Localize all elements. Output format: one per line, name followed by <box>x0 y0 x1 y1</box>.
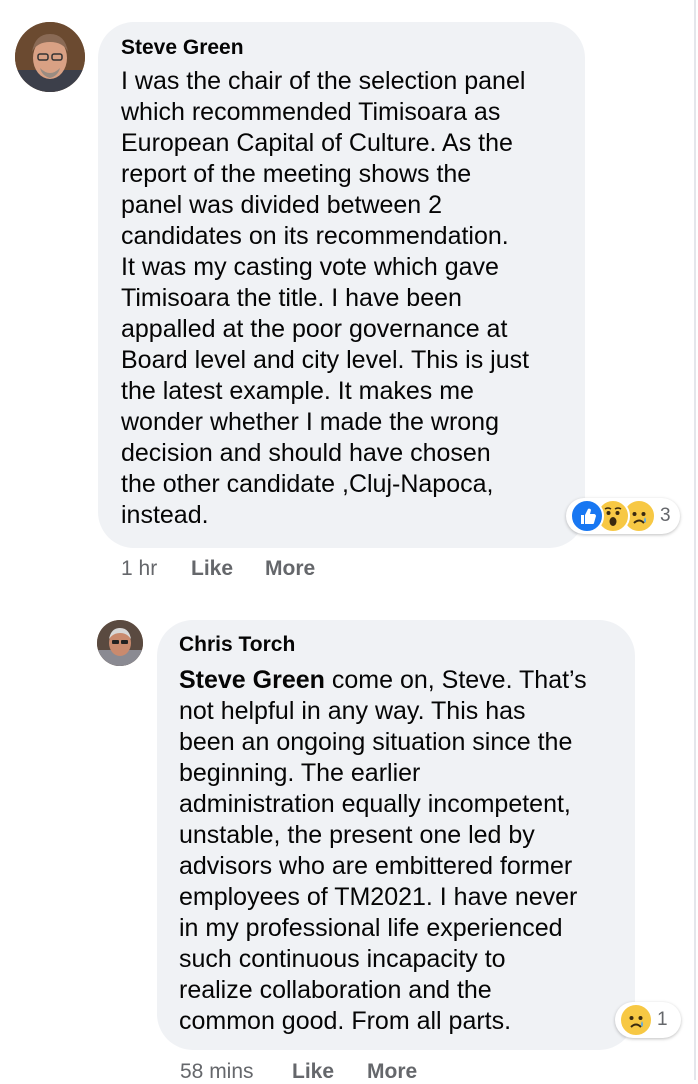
like-icon <box>570 499 604 533</box>
avatar[interactable] <box>15 22 85 92</box>
comment-line: which recommended Timisoara as <box>121 98 501 126</box>
comment-timestamp[interactable]: 58 mins <box>180 1060 254 1084</box>
comment-line: realize collaboration and the <box>179 976 492 1004</box>
comment-line: common good. From all parts. <box>179 1007 512 1035</box>
comment-line: been an ongoing situation since the <box>179 728 573 756</box>
comment-line: decision and should have chosen <box>121 439 491 467</box>
comment-line: report of the meeting shows the <box>121 160 472 188</box>
comment-text: I was the chair of the selection panel w… <box>121 66 529 531</box>
comment-line: not helpful in any way. This has <box>179 697 526 725</box>
reaction-summary[interactable]: 3 <box>566 498 680 534</box>
comment-line: candidates on its recommendation. <box>121 222 509 250</box>
mention-link[interactable]: Steve Green <box>179 666 325 694</box>
comment-line: advisors who are embittered former <box>179 852 573 880</box>
comment-line: wonder whether I made the wrong <box>121 408 499 436</box>
comment-author[interactable]: Chris Torch <box>179 633 295 657</box>
comment-line: appalled at the poor governance at <box>121 315 508 343</box>
comment-line: European Capital of Culture. As the <box>121 129 513 157</box>
comment-line: Steve Green come on, Steve. That’s <box>179 665 587 696</box>
comment-line: I was the chair of the selection panel <box>121 67 526 95</box>
comment-line: panel was divided between 2 <box>121 191 443 219</box>
comment-line: employees of TM2021. I have never <box>179 883 578 911</box>
more-button[interactable]: More <box>265 557 315 581</box>
comment-timestamp[interactable]: 1 hr <box>121 557 157 581</box>
comment-line: beginning. The earlier <box>179 759 421 787</box>
comment-text: Steve Green come on, Steve. That’s not h… <box>179 665 587 1037</box>
comment-line: the latest example. It makes me <box>121 377 474 405</box>
like-button[interactable]: Like <box>191 557 233 581</box>
reaction-count: 1 <box>657 1009 668 1030</box>
comment-line: Board level and city level. This is just <box>121 346 530 374</box>
comment-line: Timisoara the title. I have been <box>121 284 462 312</box>
comment-line: in my professional life experienced <box>179 914 563 942</box>
comment-line: instead. <box>121 501 209 529</box>
comment-line: such continuous incapacity to <box>179 945 506 973</box>
comment-line-rest: come on, Steve. That’s <box>324 666 587 694</box>
avatar[interactable] <box>97 620 143 666</box>
comment-line: It was my casting vote which gave <box>121 253 499 281</box>
more-button[interactable]: More <box>367 1060 417 1084</box>
comment-line: the other candidate ,Cluj-Napoca, <box>121 470 494 498</box>
page-edge-divider <box>694 0 696 1080</box>
comment-author[interactable]: Steve Green <box>121 36 244 60</box>
reaction-summary[interactable]: 1 <box>615 1002 681 1038</box>
reaction-count: 3 <box>660 505 671 526</box>
sad-icon <box>619 1003 653 1037</box>
like-button[interactable]: Like <box>292 1060 334 1084</box>
comment-line: unstable, the present one led by <box>179 821 535 849</box>
comment-line: administration equally incompetent, <box>179 790 571 818</box>
